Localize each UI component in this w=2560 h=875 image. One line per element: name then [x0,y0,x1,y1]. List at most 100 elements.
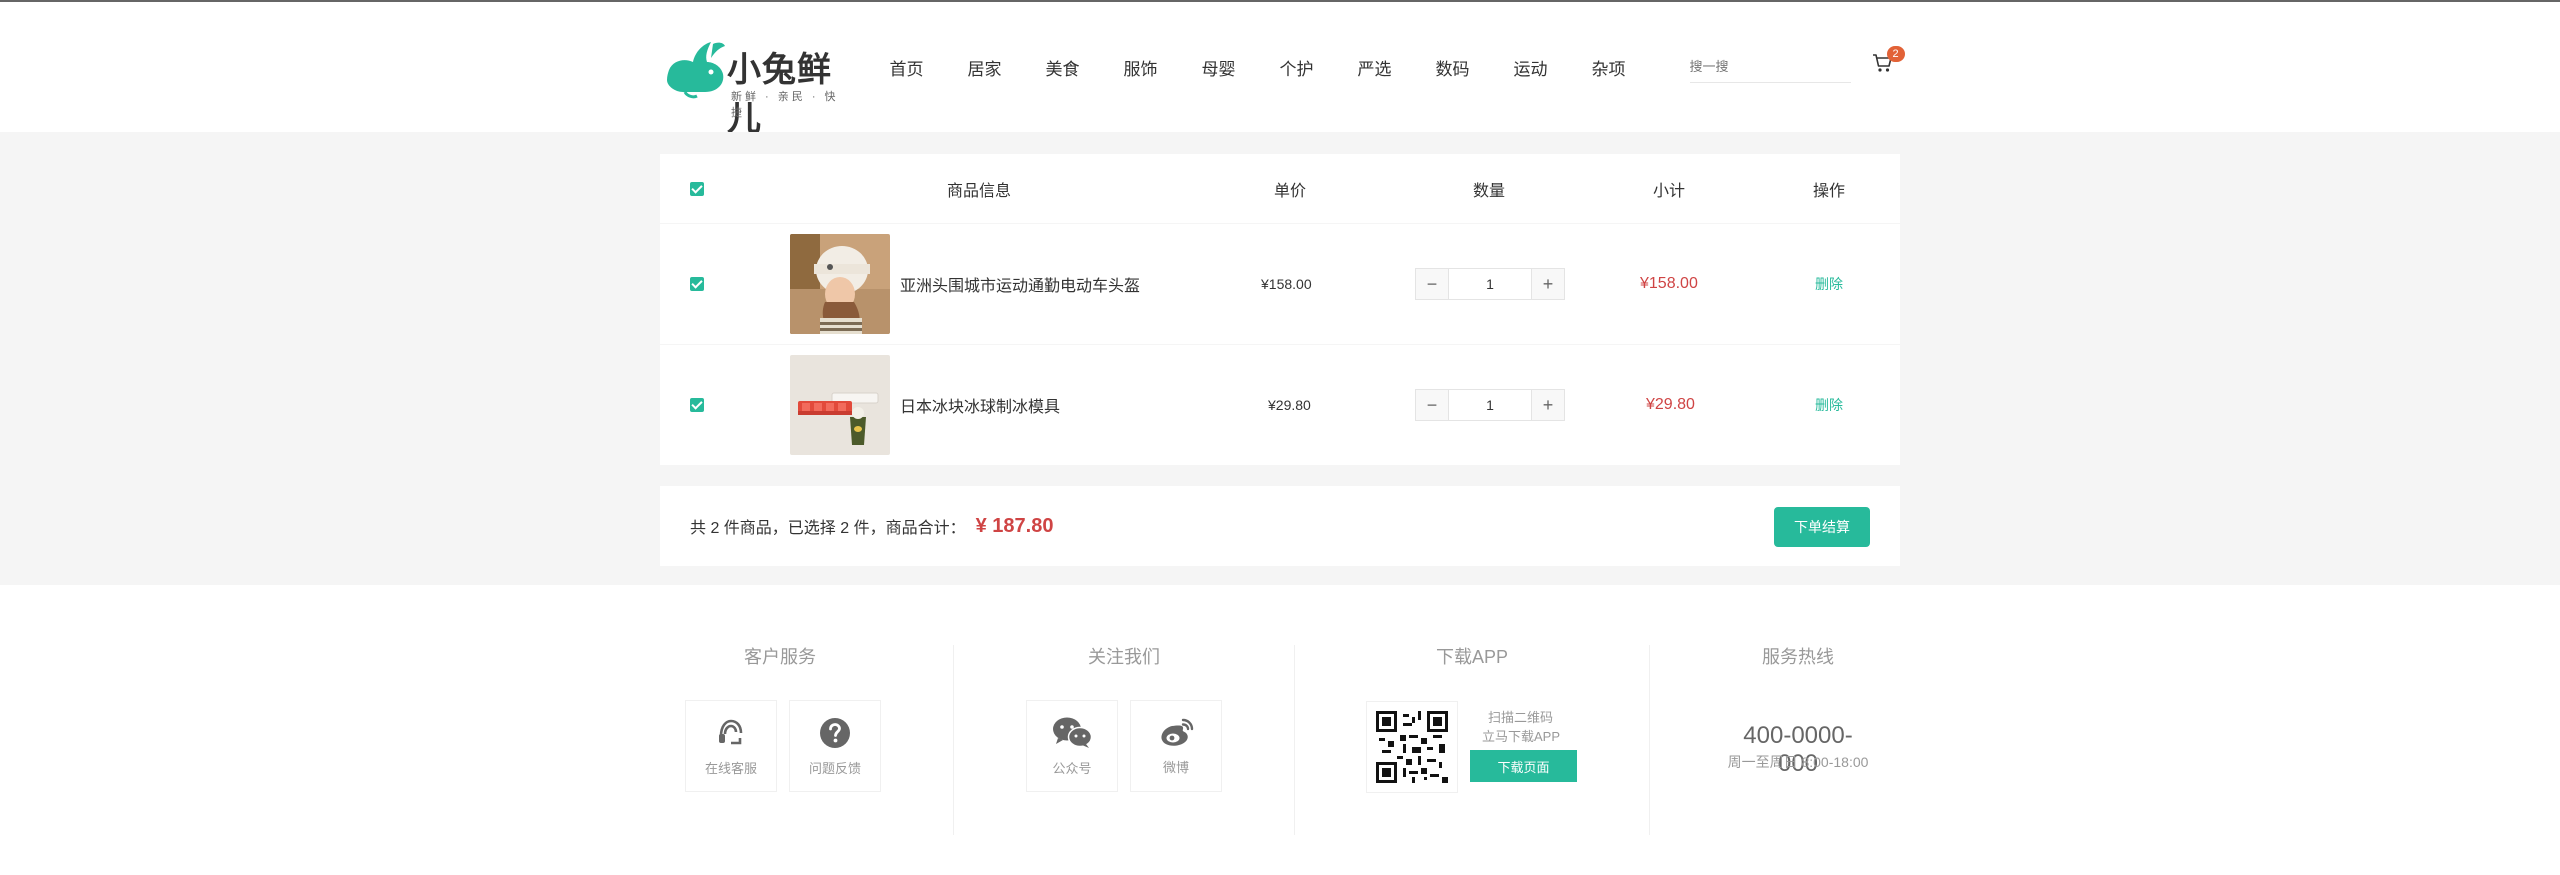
total-price: ¥ 187.80 [975,514,1054,537]
qr-code [1366,701,1458,793]
cart-table: 商品信息 单价 数量 小计 操作 亚洲头围城市运动通勤电动车头盔 ¥158.00… [660,154,1900,465]
footer-divider [1294,645,1295,835]
header-unit-price: 单价 [1274,182,1307,200]
quantity-value[interactable]: 1 [1448,269,1532,299]
main-nav: 首页 居家 美食 服饰 母婴 个护 严选 数码 运动 杂项 [890,55,1670,80]
weibo-icon [1161,718,1194,746]
summary-text-wrap: 共 2 件商品，已选择 2 件，商品合计： ¥ 187.80 [690,486,1053,566]
summary-text: 共 2 件商品，已选择 2 件，商品合计： [690,520,966,537]
follow-us-title: 关注我们 [1088,647,1160,667]
header-subtotal-cell: 小计 [1653,154,1685,223]
item-subtotal: ¥29.80 [1646,396,1695,413]
increase-button[interactable]: + [1532,390,1564,420]
nav-digital[interactable]: 数码 [1436,55,1514,80]
logo-slogan: 新鲜 · 亲民 · 快捷 [731,91,839,119]
table-row: 亚洲头围城市运动通勤电动车头盔 ¥158.00 − 1 + ¥158.00 删除 [660,224,1900,345]
product-info-cell: 亚洲头围城市运动通勤电动车头盔 [790,224,1140,344]
wechat-icon [1053,717,1093,748]
product-image-ice-mold[interactable] [790,355,890,455]
header-info-cell: 商品信息 [947,154,1011,223]
nav-sports[interactable]: 运动 [1514,55,1592,80]
decrease-button[interactable]: − [1416,269,1448,299]
header-subtotal: 小计 [1653,182,1686,200]
search-input[interactable] [1689,59,1851,74]
customer-service-title: 客户服务 [744,647,816,667]
row-select-cell [690,345,704,465]
increase-button[interactable]: + [1532,269,1564,299]
nav-personal-care[interactable]: 个护 [1280,55,1358,80]
unit-price: ¥29.80 [1268,397,1311,413]
download-tip: 立马下载APP [1482,729,1561,744]
header-action: 操作 [1813,182,1846,200]
nav-clothing[interactable]: 服饰 [1124,55,1202,80]
download-app-title: 下载APP [1435,647,1509,667]
action-cell: 删除 [1815,345,1843,465]
table-header: 商品信息 单价 数量 小计 操作 [660,154,1900,224]
item-subtotal: ¥158.00 [1640,275,1698,292]
product-info-cell: 日本冰块冰球制冰模具 [790,345,1060,465]
main-area: 商品信息 单价 数量 小计 操作 亚洲头围城市运动通勤电动车头盔 ¥158.00… [0,132,2560,585]
header-inner: 小兔鲜儿 新鲜 · 亲民 · 快捷 首页 居家 美食 服饰 母婴 个护 严选 数… [659,2,1905,139]
nav-food[interactable]: 美食 [1046,55,1124,80]
delete-link[interactable]: 删除 [1815,274,1843,294]
product-image-helmet[interactable] [790,234,890,334]
item-checkbox[interactable] [690,398,704,412]
product-name[interactable]: 日本冰块冰球制冰模具 [900,393,1060,417]
checkout-button[interactable]: 下单结算 [1774,507,1870,547]
price-cell: ¥29.80 [1268,345,1311,465]
action-cell: 删除 [1815,224,1843,344]
wechat-button[interactable]: 公众号 [1026,700,1118,792]
scan-tip: 扫描二维码 [1488,710,1554,725]
wechat-label: 公众号 [1052,760,1092,776]
subtotal-cell: ¥29.80 [1646,345,1695,465]
service-hours: 周一至周日 8:00-18:00 [1727,754,1869,770]
quantity-stepper: − 1 + [1415,389,1565,421]
download-page-button[interactable]: 下载页面 [1470,750,1577,782]
decrease-button[interactable]: − [1416,390,1448,420]
search-box [1689,51,1851,83]
qty-cell: − 1 + [1415,224,1565,344]
select-all-cell [690,154,704,223]
nav-baby[interactable]: 母婴 [1202,55,1280,80]
cart-count-badge: 2 [1886,46,1905,62]
nav-misc[interactable]: 杂项 [1592,55,1670,80]
quantity-value[interactable]: 1 [1448,390,1532,420]
weibo-label: 微博 [1162,759,1189,775]
row-select-cell [690,224,704,344]
item-checkbox[interactable] [690,277,704,291]
header-price-cell: 单价 [1274,154,1306,223]
feedback-button[interactable]: 问题反馈 [789,700,881,792]
online-service-label: 在线客服 [704,760,757,776]
header-qty-cell: 数量 [1473,154,1505,223]
select-all-checkbox[interactable] [690,181,704,196]
price-cell: ¥158.00 [1261,224,1312,344]
header-action-cell: 操作 [1813,154,1845,223]
qty-cell: − 1 + [1415,345,1565,465]
quantity-stepper: − 1 + [1415,268,1565,300]
product-name[interactable]: 亚洲头围城市运动通勤电动车头盔 [900,272,1140,296]
feedback-label: 问题反馈 [808,760,861,776]
headset-icon [719,719,743,744]
nav-home-living[interactable]: 居家 [968,55,1046,80]
question-icon [820,717,850,748]
hotline-title: 服务热线 [1762,647,1834,667]
rabbit-logo-icon [667,42,725,99]
header: 小兔鲜儿 新鲜 · 亲民 · 快捷 首页 居家 美食 服饰 母婴 个护 严选 数… [0,2,2560,139]
header-product-info: 商品信息 [947,182,1012,200]
nav-selection[interactable]: 严选 [1358,55,1436,80]
footer: 客户服务 在线客服 问题反馈 关注我们 公众号 微博 下载APP 扫描二维码 立… [0,585,2560,875]
unit-price: ¥158.00 [1261,276,1312,292]
footer-divider [1649,645,1650,835]
delete-link[interactable]: 删除 [1815,395,1843,415]
footer-divider [953,645,954,835]
weibo-button[interactable]: 微博 [1130,700,1222,792]
qr-code-icon [1376,711,1448,783]
logo[interactable]: 小兔鲜儿 新鲜 · 亲民 · 快捷 [659,32,849,139]
header-quantity: 数量 [1473,182,1506,200]
cart-summary: 共 2 件商品，已选择 2 件，商品合计： ¥ 187.80 下单结算 [660,486,1900,566]
nav-home[interactable]: 首页 [890,55,968,80]
table-row: 日本冰块冰球制冰模具 ¥29.80 − 1 + ¥29.80 删除 [660,345,1900,465]
online-service-button[interactable]: 在线客服 [685,700,777,792]
cart-button[interactable]: 2 [1871,46,1905,82]
subtotal-cell: ¥158.00 [1640,224,1698,344]
